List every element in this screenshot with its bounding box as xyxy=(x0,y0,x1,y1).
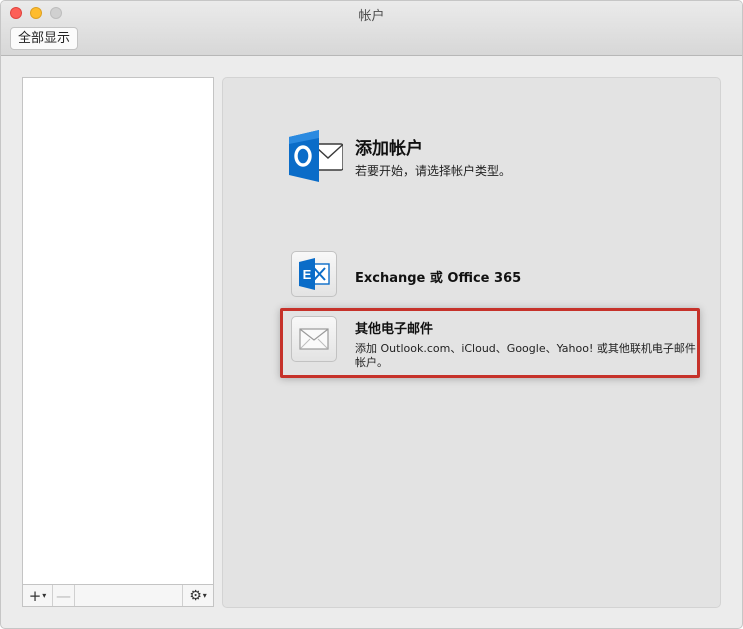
account-actions-button[interactable]: ⚙ ▾ xyxy=(183,585,213,606)
window-title: 帐户 xyxy=(358,9,385,24)
titlebar: 帐户 全部显示 xyxy=(1,1,742,56)
plus-icon: + xyxy=(28,586,42,605)
envelope-icon[interactable] xyxy=(291,316,337,362)
other-email-description: 添加 Outlook.com、iCloud、Google、Yahoo! 或其他联… xyxy=(355,342,696,369)
other-email-label[interactable]: 其他电子邮件 xyxy=(355,318,433,337)
show-all-button[interactable]: 全部显示 xyxy=(10,27,79,50)
outlook-logo-icon xyxy=(289,130,343,182)
chevron-down-icon: ▾ xyxy=(202,591,207,600)
account-sidebar: + ▾ — ⚙ ▾ xyxy=(22,77,214,607)
exchange-icon[interactable]: E xyxy=(291,251,337,297)
mail-envelope-icon xyxy=(299,328,329,350)
page-subtitle: 若要开始，请选择帐户类型。 xyxy=(355,164,512,178)
add-account-panel: 添加帐户 若要开始，请选择帐户类型。 E Exchange 或 Office 3… xyxy=(222,77,721,608)
chevron-down-icon: ▾ xyxy=(42,591,47,600)
minus-icon: — xyxy=(56,586,71,605)
svg-text:E: E xyxy=(303,267,312,282)
accounts-window: 帐户 全部显示 + ▾ — ⚙ ▾ 添加帐户 若要开始，请选择帐户类型。 E E… xyxy=(0,0,743,629)
gear-icon: ⚙ xyxy=(189,587,202,604)
page-title: 添加帐户 xyxy=(355,139,423,159)
sidebar-toolbar: + ▾ — ⚙ ▾ xyxy=(23,584,213,606)
account-list[interactable] xyxy=(23,78,213,584)
add-account-button[interactable]: + ▾ xyxy=(23,585,53,606)
exchange-logo-icon: E xyxy=(299,258,330,290)
toolbar-spacer xyxy=(75,585,183,606)
exchange-label[interactable]: Exchange 或 Office 365 xyxy=(355,267,521,286)
remove-account-button[interactable]: — xyxy=(53,585,75,606)
